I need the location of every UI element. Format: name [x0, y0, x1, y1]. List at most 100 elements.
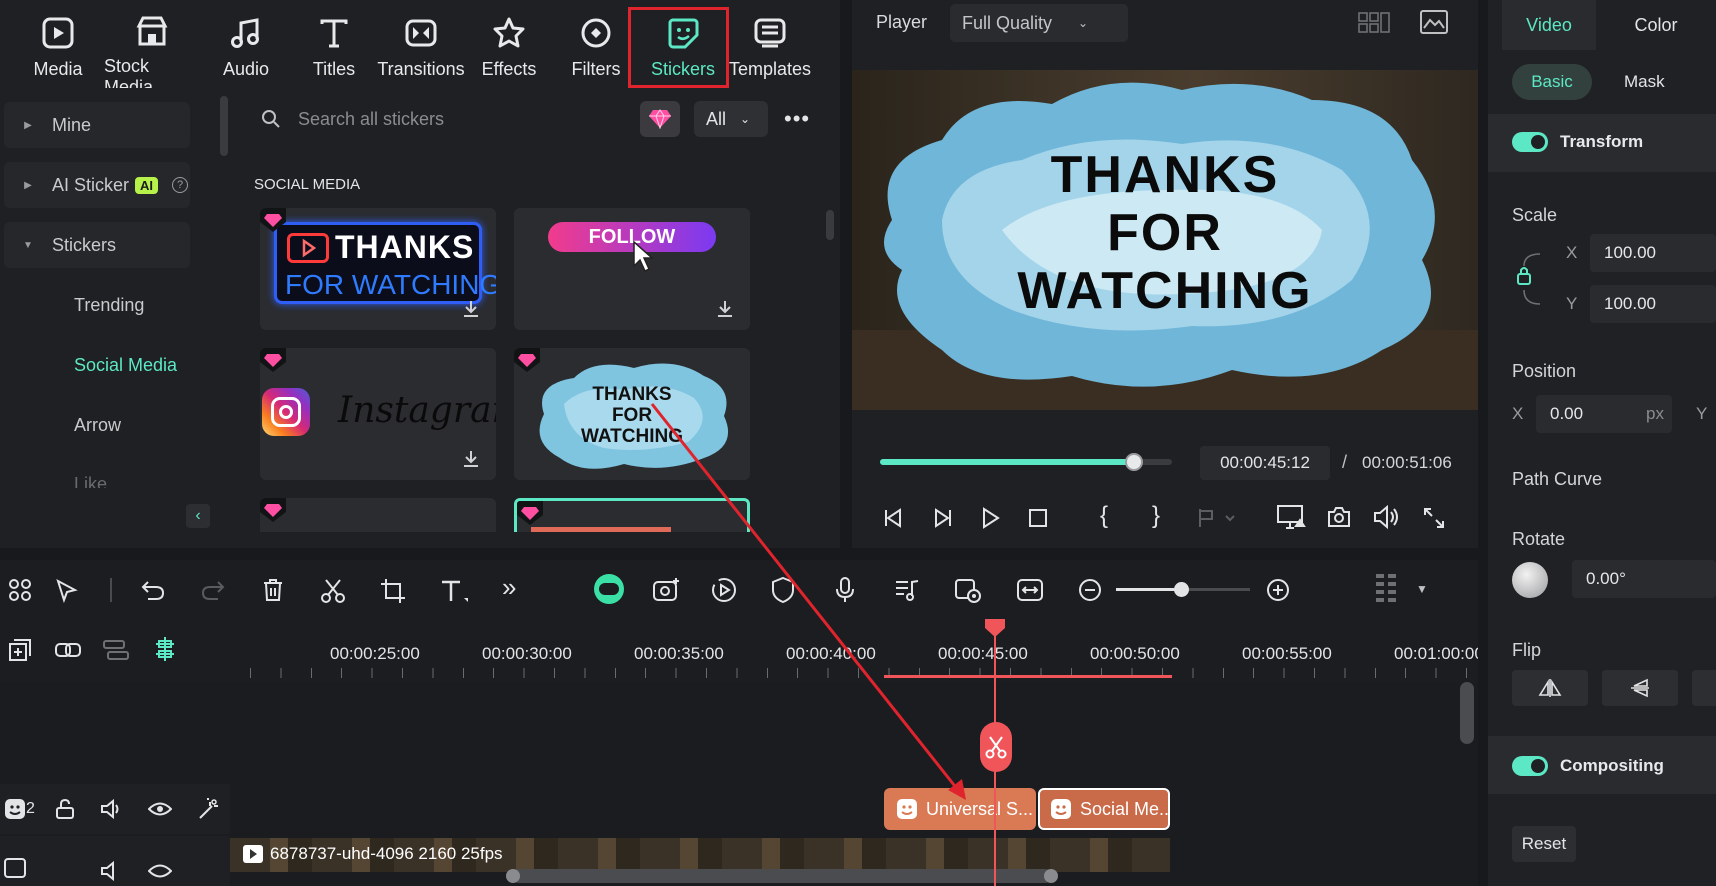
zoom-slider-knob[interactable] [1174, 582, 1189, 597]
download-icon[interactable] [714, 298, 736, 320]
sticker-clip-universal[interactable]: Universal S... [884, 788, 1036, 830]
next-frame-icon[interactable] [930, 506, 954, 530]
eye-icon[interactable] [148, 800, 172, 818]
tab-color[interactable]: Color [1596, 0, 1716, 50]
zoom-slider[interactable] [1116, 582, 1250, 597]
display-icon[interactable] [1276, 504, 1306, 530]
mark-in-icon[interactable]: { [1100, 502, 1108, 530]
sidebar-item-stickers[interactable]: ▼ Stickers [4, 222, 190, 268]
sidebar-item-trending[interactable]: Trending [74, 295, 144, 316]
playback-progress[interactable] [880, 453, 1172, 471]
current-time[interactable]: 00:00:45:12 [1200, 446, 1330, 480]
rotate-input[interactable]: 0.00° [1572, 560, 1716, 598]
volume-icon[interactable] [100, 860, 124, 882]
flip-horizontal-button[interactable] [1512, 670, 1588, 706]
text-tool-icon[interactable] [440, 578, 470, 604]
sticker-thanks-splash[interactable]: THANKS FOR WATCHING [514, 348, 750, 480]
link-icon[interactable] [54, 638, 82, 662]
video-clip[interactable]: 6878737-uhd-4096 2160 25fps [230, 838, 1170, 872]
tab-templates[interactable]: Templates [724, 14, 816, 80]
compositing-toggle[interactable] [1512, 756, 1548, 776]
sticker-search[interactable]: Search all stickers [248, 98, 628, 140]
split-icon[interactable] [320, 578, 346, 604]
scale-y-input[interactable]: 100.00 [1590, 285, 1716, 323]
crop-icon[interactable] [380, 578, 406, 604]
flip-vertical-button[interactable] [1602, 670, 1678, 706]
image-icon[interactable] [1420, 10, 1448, 34]
vertical-scrollbar[interactable] [1460, 682, 1474, 744]
insert-marker-icon[interactable] [1196, 506, 1240, 530]
layout-icon[interactable] [8, 578, 32, 602]
undo-icon[interactable] [140, 578, 166, 602]
render-preview-icon[interactable] [954, 576, 982, 604]
tab-effects[interactable]: Effects [463, 14, 555, 80]
eye-icon[interactable] [148, 862, 172, 880]
split-at-playhead-button[interactable] [980, 722, 1012, 772]
stop-icon[interactable] [1026, 506, 1050, 530]
zoom-out-icon[interactable] [1078, 578, 1102, 602]
playback-scrubber[interactable] [1125, 453, 1144, 471]
tab-stock-media[interactable]: Stock Media [104, 14, 200, 97]
reset-button[interactable]: Reset [1512, 826, 1576, 862]
ai-assistant-icon[interactable] [594, 574, 624, 604]
tab-titles[interactable]: Titles [288, 14, 380, 80]
sticker-instagram[interactable]: Instagram [260, 348, 496, 480]
volume-icon[interactable] [1372, 504, 1400, 530]
sticker-clip-social-media[interactable]: Social Me... [1038, 788, 1170, 830]
rotate-dial[interactable] [1512, 562, 1548, 598]
tab-transitions[interactable]: Transitions [374, 14, 468, 80]
mark-out-icon[interactable]: } [1152, 502, 1160, 530]
flip-extra-button[interactable] [1692, 670, 1716, 706]
track-height-icon[interactable] [1374, 572, 1398, 606]
add-track-icon[interactable] [8, 638, 32, 662]
help-icon[interactable]: ? [172, 177, 189, 193]
more-tools-icon[interactable]: » [502, 572, 516, 603]
search-input[interactable]: Search all stickers [298, 109, 444, 130]
sidebar-item-social-media[interactable]: Social Media [74, 355, 177, 376]
lock-ratio-icon[interactable] [1514, 250, 1544, 310]
grid-view-icon[interactable] [1358, 12, 1390, 34]
playback-speed-icon[interactable] [710, 576, 738, 604]
scrollbar-handle-left[interactable] [506, 869, 520, 883]
magic-wand-icon[interactable] [196, 798, 220, 822]
collapse-sidebar-button[interactable]: ‹ [186, 504, 210, 528]
snapshot-icon[interactable] [1326, 504, 1352, 530]
tab-media[interactable]: Media [12, 14, 104, 80]
chevron-down-icon[interactable]: ▼ [1416, 582, 1428, 596]
sidebar-item-like[interactable]: Like [74, 474, 107, 488]
sidebar-item-ai-sticker[interactable]: ▶ AI Sticker AI ? [4, 162, 190, 208]
tab-basic[interactable]: Basic [1512, 64, 1592, 100]
previous-frame-icon[interactable] [882, 506, 906, 530]
sidebar-item-mine[interactable]: ▶ Mine [4, 102, 190, 148]
tab-video[interactable]: Video [1502, 0, 1596, 50]
sidebar-scrollbar[interactable] [220, 96, 228, 156]
fullscreen-icon[interactable] [1422, 506, 1446, 530]
zoom-in-icon[interactable] [1266, 578, 1290, 602]
play-icon[interactable] [978, 506, 1002, 530]
grid-scrollbar[interactable] [826, 210, 834, 240]
horizontal-scrollbar[interactable] [506, 869, 1058, 883]
audio-list-icon[interactable] [894, 578, 920, 602]
sticker-partial[interactable] [260, 498, 496, 532]
delete-icon[interactable] [262, 578, 284, 602]
microphone-icon[interactable] [834, 576, 856, 604]
fit-timeline-icon[interactable] [1016, 576, 1044, 604]
volume-icon[interactable] [100, 798, 124, 820]
select-tool-icon[interactable] [54, 578, 80, 604]
sidebar-item-arrow[interactable]: Arrow [74, 415, 121, 436]
tab-mask[interactable]: Mask [1624, 72, 1665, 92]
ripple-icon[interactable] [102, 638, 130, 662]
unlock-icon[interactable] [54, 798, 76, 820]
filter-dropdown[interactable]: All ⌄ [694, 101, 768, 137]
more-options-icon[interactable]: ••• [784, 106, 810, 132]
quality-dropdown[interactable]: Full Quality ⌄ [950, 4, 1128, 42]
sticker-thanks-neon[interactable]: THANKS FOR WATCHING [260, 208, 496, 330]
position-x-input[interactable]: 0.00 px [1536, 395, 1672, 433]
scrollbar-handle-right[interactable] [1044, 869, 1058, 883]
scale-x-input[interactable]: 100.00 [1590, 234, 1716, 272]
sticker-selected-partial[interactable] [514, 498, 750, 532]
transform-toggle[interactable] [1512, 132, 1548, 152]
download-icon[interactable] [460, 448, 482, 470]
shield-icon[interactable] [770, 576, 796, 604]
redo-icon[interactable] [200, 578, 226, 602]
